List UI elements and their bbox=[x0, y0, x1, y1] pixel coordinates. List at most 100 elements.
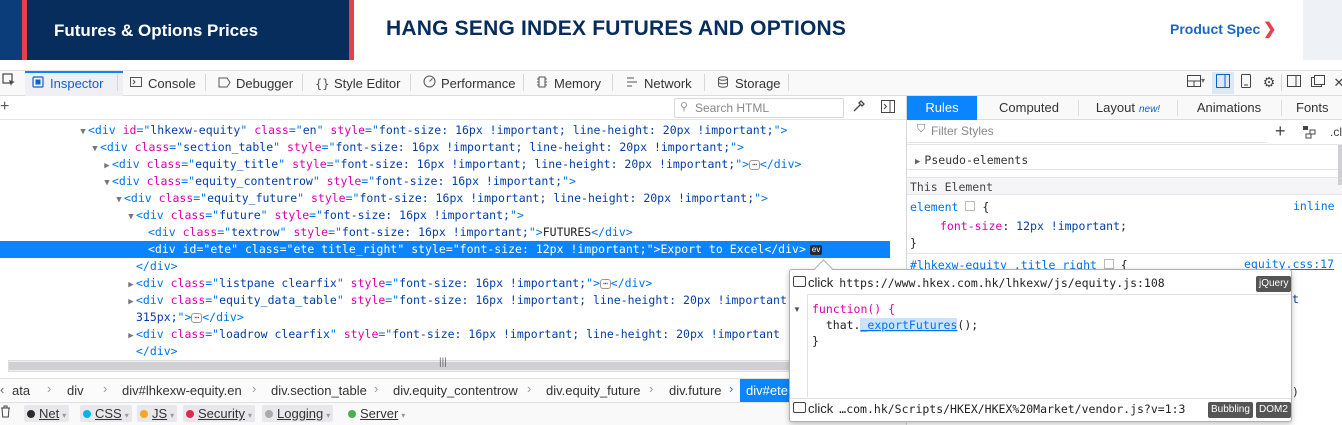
filter-styles-input[interactable]: ⛉ Filter Styles bbox=[907, 121, 1267, 143]
filter-security[interactable]: Security ▾ bbox=[183, 405, 255, 422]
rule-options-icon[interactable] bbox=[1103, 259, 1114, 269]
event-header[interactable]: click https://www.hkex.com.hk/lhkexw/js/e… bbox=[793, 273, 1165, 293]
header-right-band bbox=[1303, 0, 1342, 60]
markup-node[interactable]: ▼ <div class="future" style="font-size: 1… bbox=[0, 207, 890, 224]
tab-rules[interactable]: Rules bbox=[907, 96, 977, 120]
rule-declaration[interactable]: font-size: 12px !important; bbox=[940, 217, 1127, 235]
markup-node[interactable]: </div> bbox=[0, 258, 890, 275]
toggle-pseudo-classes-icon[interactable] bbox=[1302, 125, 1318, 142]
breadcrumb-item[interactable]: div.future bbox=[669, 383, 722, 398]
toggle-classes-button[interactable]: .cl bbox=[1330, 125, 1342, 139]
expanded-twisty-icon[interactable]: ▼ bbox=[126, 209, 136, 224]
collapsed-content-icon[interactable]: ⋯ bbox=[749, 160, 760, 170]
collapse-icon[interactable]: ▼ bbox=[793, 305, 801, 314]
markup-node[interactable]: ▶ <div class="equity_data_table" style="f… bbox=[0, 292, 890, 309]
markup-node[interactable]: ▼ <div id="lhkexw-equity" class="en" styl… bbox=[0, 122, 890, 139]
event-badge[interactable]: ev bbox=[809, 245, 823, 255]
markup-node[interactable]: ▶ <div class="listpane clearfix" style="f… bbox=[0, 275, 890, 292]
breadcrumb-item[interactable]: div.equity_future bbox=[546, 383, 640, 398]
markup-node[interactable]: ▼ <div class="equity_future" style="font-… bbox=[0, 190, 890, 207]
markup-node[interactable]: <div class="textrow" style="font-size: 1… bbox=[0, 224, 890, 241]
event-source[interactable]: …com.hk/Scripts/HKEX/HKEX%20Market/vendo… bbox=[839, 402, 1185, 416]
product-spec-link[interactable]: Product Spec bbox=[1170, 21, 1260, 37]
expanded-twisty-icon[interactable]: ▼ bbox=[114, 192, 124, 207]
markup-token: font-size: 16px !important; line-height:… bbox=[399, 293, 787, 307]
tab-debugger[interactable]: Debugger bbox=[211, 71, 293, 96]
markup-horizontal-scrollbar[interactable]: ||| bbox=[8, 357, 890, 372]
filter-logging[interactable]: Logging ▾ bbox=[262, 405, 334, 422]
breadcrumb-item[interactable]: div.equity_contentrow bbox=[393, 383, 518, 398]
trash-icon[interactable] bbox=[0, 405, 11, 421]
add-rule-icon[interactable]: + bbox=[1275, 121, 1286, 142]
tab-animations[interactable]: Animations bbox=[1180, 96, 1278, 120]
pick-element-icon[interactable] bbox=[0, 73, 18, 91]
filter-server[interactable]: Server ▾ bbox=[345, 405, 408, 422]
expanded-twisty-icon[interactable]: ▼ bbox=[78, 124, 88, 139]
markup-token: "> bbox=[509, 208, 524, 222]
tab-fonts[interactable]: Fonts bbox=[1296, 96, 1342, 120]
tab-performance[interactable]: Performance bbox=[416, 71, 515, 96]
close-icon[interactable]: ✕ bbox=[1330, 74, 1342, 92]
markup-node[interactable]: ▼ <div class="equity_contentrow" style="f… bbox=[0, 173, 890, 190]
dock-side-icon[interactable] bbox=[1285, 74, 1303, 92]
markup-node[interactable]: ▼ <div class="section_table" style="font-… bbox=[0, 139, 890, 156]
filter-js[interactable]: JS ▾ bbox=[137, 405, 178, 422]
search-html-input[interactable]: ⚲ Search HTML bbox=[674, 98, 844, 118]
scrollbar-thumb[interactable] bbox=[9, 362, 889, 370]
event-toggle-icon[interactable] bbox=[793, 402, 806, 413]
tab-style-editor[interactable]: {} Style Editor bbox=[309, 71, 400, 96]
filter-net[interactable]: Net ▾ bbox=[24, 405, 70, 422]
divider bbox=[907, 253, 1342, 254]
tab-layout[interactable]: Layout new! bbox=[1080, 96, 1176, 120]
event-toggle-icon[interactable] bbox=[793, 276, 806, 287]
collapsed-twisty-icon[interactable]: ▶ bbox=[126, 277, 136, 292]
markup-token: </div> bbox=[202, 310, 244, 324]
breadcrumb-item[interactable]: div bbox=[67, 383, 84, 398]
toggle-sidebar-icon[interactable] bbox=[881, 100, 895, 116]
tab-inspector[interactable]: Inspector bbox=[25, 71, 123, 96]
markup-node[interactable]: ▶ <div class="equity_title" style="font-s… bbox=[0, 156, 890, 173]
tab-memory[interactable]: Memory bbox=[529, 71, 601, 96]
event-header[interactable]: click …com.hk/Scripts/HKEX/HKEX%20Market/… bbox=[793, 399, 1185, 419]
chevron-down-icon[interactable]: ▾ bbox=[1201, 76, 1205, 85]
markup-node-selected[interactable]: <div id="ete" class="ete title_right" st… bbox=[0, 241, 890, 258]
markup-node[interactable]: 315px;"> ⋯ </div> bbox=[0, 309, 890, 326]
device-toolbar-icon[interactable] bbox=[1237, 74, 1255, 92]
collapsed-content-icon[interactable]: ⋯ bbox=[599, 279, 611, 289]
tab-computed[interactable]: Computed bbox=[980, 96, 1078, 120]
markup-token: font-size: 16px !important; line-height:… bbox=[340, 157, 736, 171]
rule-options-icon[interactable] bbox=[965, 201, 976, 211]
breadcrumb-item[interactable]: ata bbox=[12, 383, 30, 398]
collapsed-twisty-icon[interactable]: ▶ bbox=[102, 158, 112, 173]
pseudo-elements-toggle[interactable]: ▶ Pseudo-elements bbox=[907, 150, 1342, 170]
breadcrumb-item[interactable]: div.section_table bbox=[271, 383, 367, 398]
markup-token: " bbox=[240, 123, 255, 137]
responsive-design-icon[interactable] bbox=[1212, 72, 1234, 94]
rule-source-link[interactable]: inline bbox=[1293, 199, 1335, 213]
markup-node[interactable]: ▶ <div class="loadrow clearfix" style="fo… bbox=[0, 326, 890, 343]
expanded-twisty-icon[interactable]: ▼ bbox=[102, 175, 112, 190]
breadcrumb-scroll-left-icon[interactable]: ‹ bbox=[0, 382, 4, 397]
eyedropper-icon[interactable] bbox=[852, 99, 866, 116]
collapsed-content-icon[interactable]: ⋯ bbox=[191, 313, 203, 323]
tab-console[interactable]: Console bbox=[123, 71, 196, 96]
event-source[interactable]: https://www.hkex.com.hk/lhkexw/js/equity… bbox=[839, 276, 1164, 290]
add-node-icon[interactable]: + bbox=[0, 98, 9, 116]
markup-token: =" bbox=[328, 225, 342, 239]
breadcrumb-item[interactable]: div#lhkexw-equity.en bbox=[122, 383, 242, 398]
sidebar-scrollbar[interactable] bbox=[1338, 145, 1342, 185]
function-name-link[interactable]: _exportFutures bbox=[860, 318, 958, 332]
markup-token: style bbox=[293, 225, 329, 239]
filter-css[interactable]: CSS ▾ bbox=[80, 405, 132, 422]
expanded-twisty-icon[interactable]: ▼ bbox=[90, 141, 100, 156]
gear-icon[interactable]: ⚙ bbox=[1260, 73, 1278, 91]
collapsed-twisty-icon[interactable]: ▶ bbox=[126, 294, 136, 309]
collapsed-twisty-icon[interactable]: ▶ bbox=[126, 328, 136, 343]
code-text: function() { bbox=[812, 302, 896, 316]
tab-network[interactable]: Network bbox=[619, 71, 692, 96]
markup-token: <div bbox=[136, 208, 171, 222]
tab-storage[interactable]: Storage bbox=[710, 71, 781, 96]
separate-window-icon[interactable] bbox=[1309, 74, 1327, 92]
breadcrumb-item-active[interactable]: div#ete bbox=[740, 379, 794, 402]
markup-token: <div bbox=[100, 140, 135, 154]
